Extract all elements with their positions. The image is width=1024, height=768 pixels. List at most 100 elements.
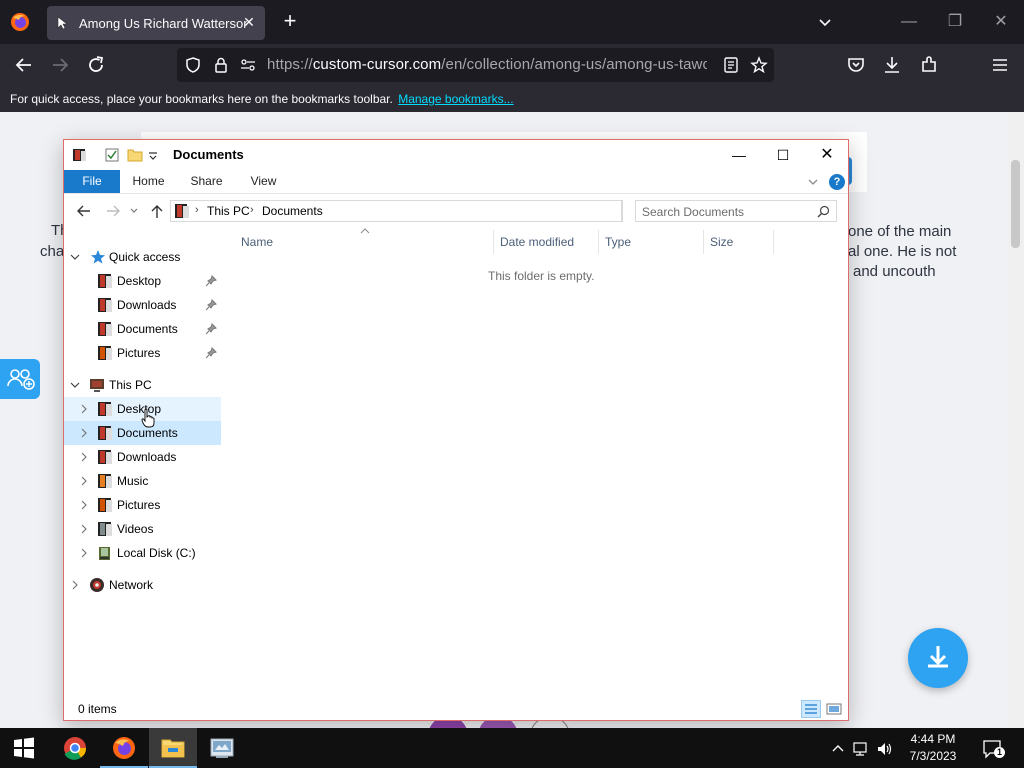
bookmark-star-icon[interactable] xyxy=(750,56,768,74)
firefox-logo-icon[interactable] xyxy=(10,12,30,32)
browser-tab-active[interactable]: Among Us Richard Watterson ✕ xyxy=(47,6,265,40)
tab-close-icon[interactable]: ✕ xyxy=(241,14,257,30)
list-all-tabs-chevron-icon[interactable] xyxy=(815,12,835,32)
column-header-type[interactable]: Type xyxy=(605,235,631,255)
close-button[interactable]: ✕ xyxy=(805,140,849,170)
new-tab-button[interactable]: + xyxy=(279,10,301,32)
extensions-icon[interactable] xyxy=(917,53,941,77)
new-folder-icon[interactable] xyxy=(127,147,143,163)
app-menu-icon[interactable] xyxy=(988,53,1012,77)
nav-quick-documents[interactable]: Documents xyxy=(64,317,221,341)
community-side-button[interactable] xyxy=(0,359,40,399)
breadcrumb-this-pc[interactable]: This PC xyxy=(207,204,250,218)
volume-icon[interactable] xyxy=(876,740,894,758)
chevron-right-icon[interactable] xyxy=(79,499,89,511)
properties-checkbox-icon[interactable] xyxy=(104,147,120,163)
details-view-icon[interactable] xyxy=(801,700,821,718)
pin-icon[interactable] xyxy=(205,323,217,335)
browser-restore-button[interactable]: ❐ xyxy=(943,10,967,34)
pin-icon[interactable] xyxy=(205,299,217,311)
url-bar[interactable]: https://custom-cursor.com/en/collection/… xyxy=(177,48,774,82)
chevron-right-icon[interactable] xyxy=(79,451,89,463)
nav-quick-desktop[interactable]: Desktop xyxy=(64,269,221,293)
nav-pc-local-disk[interactable]: Local Disk (C:) xyxy=(64,541,221,565)
column-header-size[interactable]: Size xyxy=(710,235,733,255)
explorer-app-icon[interactable] xyxy=(72,147,88,163)
system-clock[interactable]: 4:44 PM 7/3/2023 xyxy=(897,731,969,765)
nav-quick-pictures[interactable]: Pictures xyxy=(64,341,221,365)
tab-share[interactable]: Share xyxy=(184,170,229,193)
network-status-icon[interactable] xyxy=(852,740,870,758)
forward-arrow-icon[interactable] xyxy=(48,53,72,77)
firefox-taskbar-button[interactable] xyxy=(100,728,148,768)
up-arrow-icon[interactable] xyxy=(147,202,167,220)
control-panel-taskbar-button[interactable] xyxy=(198,728,246,768)
column-divider[interactable] xyxy=(703,230,704,254)
column-divider[interactable] xyxy=(493,230,494,254)
chrome-taskbar-button[interactable] xyxy=(51,728,99,768)
nav-quick-access[interactable]: Quick access xyxy=(64,245,221,269)
nav-quick-downloads[interactable]: Downloads xyxy=(64,293,221,317)
tab-file[interactable]: File xyxy=(64,170,120,193)
nav-network[interactable]: Network xyxy=(64,573,221,597)
column-divider[interactable] xyxy=(598,230,599,254)
nav-pc-videos[interactable]: Videos xyxy=(64,517,221,541)
reader-view-icon[interactable] xyxy=(722,56,740,74)
show-hidden-icons-chevron-icon[interactable] xyxy=(829,740,847,758)
site-permissions-icon[interactable] xyxy=(239,56,257,74)
nav-pc-downloads[interactable]: Downloads xyxy=(64,445,221,469)
breadcrumb-separator-icon[interactable]: › xyxy=(250,204,254,216)
page-scrollbar[interactable] xyxy=(1007,112,1024,728)
chevron-right-icon[interactable] xyxy=(79,523,89,535)
lock-icon[interactable] xyxy=(212,56,230,74)
recent-locations-chevron-icon[interactable] xyxy=(128,202,140,220)
column-header-date-modified[interactable]: Date modified xyxy=(500,235,574,255)
manage-bookmarks-link[interactable]: Manage bookmarks... xyxy=(398,92,513,106)
tracking-shield-icon[interactable] xyxy=(184,56,202,74)
address-dropdown-button[interactable] xyxy=(603,200,623,222)
chevron-right-icon[interactable] xyxy=(79,547,89,559)
expand-ribbon-chevron-icon[interactable] xyxy=(806,175,820,189)
customize-quick-access-icon[interactable] xyxy=(148,147,158,163)
tab-view[interactable]: View xyxy=(241,170,286,193)
pin-icon[interactable] xyxy=(205,275,217,287)
downloads-icon[interactable] xyxy=(880,53,904,77)
column-divider[interactable] xyxy=(773,230,774,254)
forward-arrow-icon[interactable] xyxy=(103,202,123,220)
nav-pc-pictures[interactable]: Pictures xyxy=(64,493,221,517)
maximize-button[interactable]: ☐ xyxy=(761,140,805,170)
nav-this-pc[interactable]: This PC xyxy=(64,373,221,397)
large-icons-view-icon[interactable] xyxy=(824,700,844,718)
pin-icon[interactable] xyxy=(205,347,217,359)
back-arrow-icon[interactable] xyxy=(12,53,36,77)
chevron-down-icon[interactable] xyxy=(70,379,80,391)
chevron-right-icon[interactable] xyxy=(79,475,89,487)
notifications-button[interactable]: 1 xyxy=(981,738,1005,760)
breadcrumb-documents[interactable]: Documents xyxy=(262,204,323,218)
minimize-button[interactable]: — xyxy=(717,140,761,170)
chevron-down-icon[interactable] xyxy=(70,251,80,263)
download-fab-button[interactable] xyxy=(908,628,968,688)
browser-minimize-button[interactable]: — xyxy=(897,10,921,34)
windows-start-icon[interactable] xyxy=(0,728,48,768)
empty-folder-message: This folder is empty. xyxy=(488,269,595,283)
pocket-icon[interactable] xyxy=(844,53,868,77)
chevron-right-icon[interactable] xyxy=(70,579,80,591)
back-arrow-icon[interactable] xyxy=(74,202,94,220)
reload-icon[interactable] xyxy=(84,53,108,77)
browser-close-button[interactable]: ✕ xyxy=(989,10,1013,34)
search-input[interactable]: Search Documents xyxy=(635,200,837,222)
chevron-right-icon[interactable] xyxy=(79,427,89,439)
column-header-name[interactable]: Name xyxy=(241,235,273,255)
tab-home[interactable]: Home xyxy=(126,170,171,193)
help-icon[interactable]: ? xyxy=(829,174,845,190)
breadcrumb[interactable]: › This PC › Documents xyxy=(170,200,622,222)
nav-pc-music[interactable]: Music xyxy=(64,469,221,493)
file-list[interactable]: Name Date modified Type Size This folder… xyxy=(224,228,848,698)
breadcrumb-separator-icon[interactable]: › xyxy=(195,204,199,216)
url-text[interactable]: https://custom-cursor.com/en/collection/… xyxy=(267,56,707,73)
file-explorer-taskbar-button[interactable] xyxy=(149,728,197,768)
explorer-title-bar[interactable]: Documents — ☐ ✕ xyxy=(64,140,848,170)
page-scrollbar-thumb[interactable] xyxy=(1011,160,1020,248)
chevron-right-icon[interactable] xyxy=(79,403,89,415)
